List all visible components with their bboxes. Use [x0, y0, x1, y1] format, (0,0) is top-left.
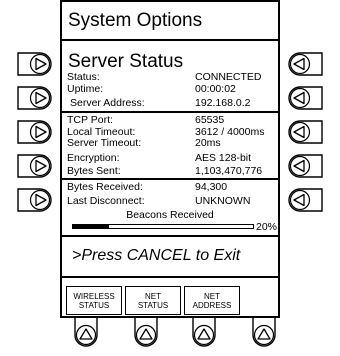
encryption-label: Encryption: — [67, 152, 120, 164]
triangle-left-icon — [288, 86, 323, 110]
uptime-value: 00:00:02 — [195, 83, 236, 95]
triangle-right-icon — [17, 120, 52, 144]
status-row: Status: CONNECTED — [67, 71, 275, 83]
status-value: CONNECTED — [195, 71, 262, 83]
bottom-button-4[interactable] — [246, 318, 282, 348]
server-address-row: Server Address: 192.168.0.2 — [67, 97, 275, 109]
left-side-button-3[interactable] — [16, 117, 56, 147]
triangle-right-icon — [17, 154, 52, 178]
screen-title: System Options — [68, 10, 203, 31]
beacons-progress-bar — [72, 224, 254, 229]
bytes-sent-label: Bytes Sent: — [67, 165, 121, 177]
server-timeout-row: Server Timeout: 20ms — [67, 137, 275, 149]
title-divider — [62, 39, 278, 41]
left-side-button-5[interactable] — [16, 185, 56, 215]
last-disconnect-row: Last Disconnect: UNKNOWN — [67, 195, 275, 207]
bytes-received-label: Bytes Received: — [67, 181, 143, 193]
server-timeout-label: Server Timeout: — [67, 137, 142, 149]
tcp-port-label: TCP Port: — [67, 114, 113, 126]
row-divider — [62, 111, 278, 113]
row-divider — [62, 178, 278, 180]
cancel-prompt: >Press CANCEL to Exit — [72, 247, 241, 264]
beacons-label: Beacons Received — [126, 209, 214, 221]
prompt-divider-top — [62, 235, 278, 237]
last-disconnect-value: UNKNOWN — [195, 195, 251, 207]
encryption-row: Encryption: AES 128-bit — [67, 152, 275, 164]
right-side-button-2[interactable] — [284, 83, 324, 113]
encryption-value: AES 128-bit — [195, 152, 252, 164]
right-side-button-5[interactable] — [284, 185, 324, 215]
bottom-button-1[interactable] — [68, 318, 104, 348]
softkey-line: WIRELESS — [73, 291, 115, 301]
uptime-row: Uptime: 00:00:02 — [67, 83, 275, 95]
server-address-label: Server Address: — [70, 97, 145, 109]
left-side-button-1[interactable] — [16, 49, 56, 79]
softkey-line: STATUS — [137, 300, 169, 310]
triangle-left-icon — [288, 188, 323, 212]
beacons-percent: 20% — [256, 221, 278, 233]
prompt-divider-bottom — [62, 276, 278, 278]
bytes-received-row: Bytes Received: 94,300 — [67, 181, 275, 193]
beacons-progress-fill — [73, 225, 109, 228]
softkey-line: ADDRESS — [192, 300, 232, 310]
last-disconnect-label: Last Disconnect: — [67, 195, 145, 207]
bytes-sent-row: Bytes Sent: 1,103,470,776 — [67, 165, 275, 177]
triangle-right-icon — [17, 86, 52, 110]
left-side-button-4[interactable] — [16, 151, 56, 181]
tcp-port-value: 65535 — [195, 114, 225, 126]
right-side-button-3[interactable] — [284, 117, 324, 147]
server-address-value: 192.168.0.2 — [195, 97, 251, 109]
server-timeout-value: 20ms — [195, 137, 221, 149]
triangle-right-icon — [17, 188, 52, 212]
lcd-screen: System Options Server Status Status: CON… — [60, 0, 280, 318]
bytes-sent-value: 1,103,470,776 — [195, 165, 263, 177]
triangle-up-icon — [134, 318, 158, 347]
triangle-left-icon — [288, 154, 323, 178]
softkey-net-status[interactable]: NET STATUS — [125, 286, 181, 315]
softkey-net-address[interactable]: NET ADDRESS — [184, 286, 240, 315]
softkey-wireless-status[interactable]: WIRELESS STATUS — [66, 286, 122, 315]
triangle-right-icon — [17, 52, 52, 76]
left-side-button-2[interactable] — [16, 83, 56, 113]
right-side-button-4[interactable] — [284, 151, 324, 181]
softkey-line: NET — [145, 291, 161, 301]
status-label: Status: — [67, 71, 100, 83]
triangle-left-icon — [288, 52, 323, 76]
bytes-received-value: 94,300 — [195, 181, 228, 193]
tcp-port-row: TCP Port: 65535 — [67, 114, 275, 126]
softkey-line: NET — [204, 291, 220, 301]
section-title: Server Status — [68, 51, 184, 72]
triangle-up-icon — [74, 318, 98, 347]
right-side-button-1[interactable] — [284, 49, 324, 79]
softkey-line: STATUS — [78, 300, 110, 310]
triangle-up-icon — [252, 318, 276, 347]
uptime-label: Uptime: — [67, 83, 104, 95]
bottom-button-3[interactable] — [186, 318, 222, 348]
bottom-button-2[interactable] — [128, 318, 164, 348]
triangle-up-icon — [192, 318, 216, 347]
triangle-left-icon — [288, 120, 323, 144]
